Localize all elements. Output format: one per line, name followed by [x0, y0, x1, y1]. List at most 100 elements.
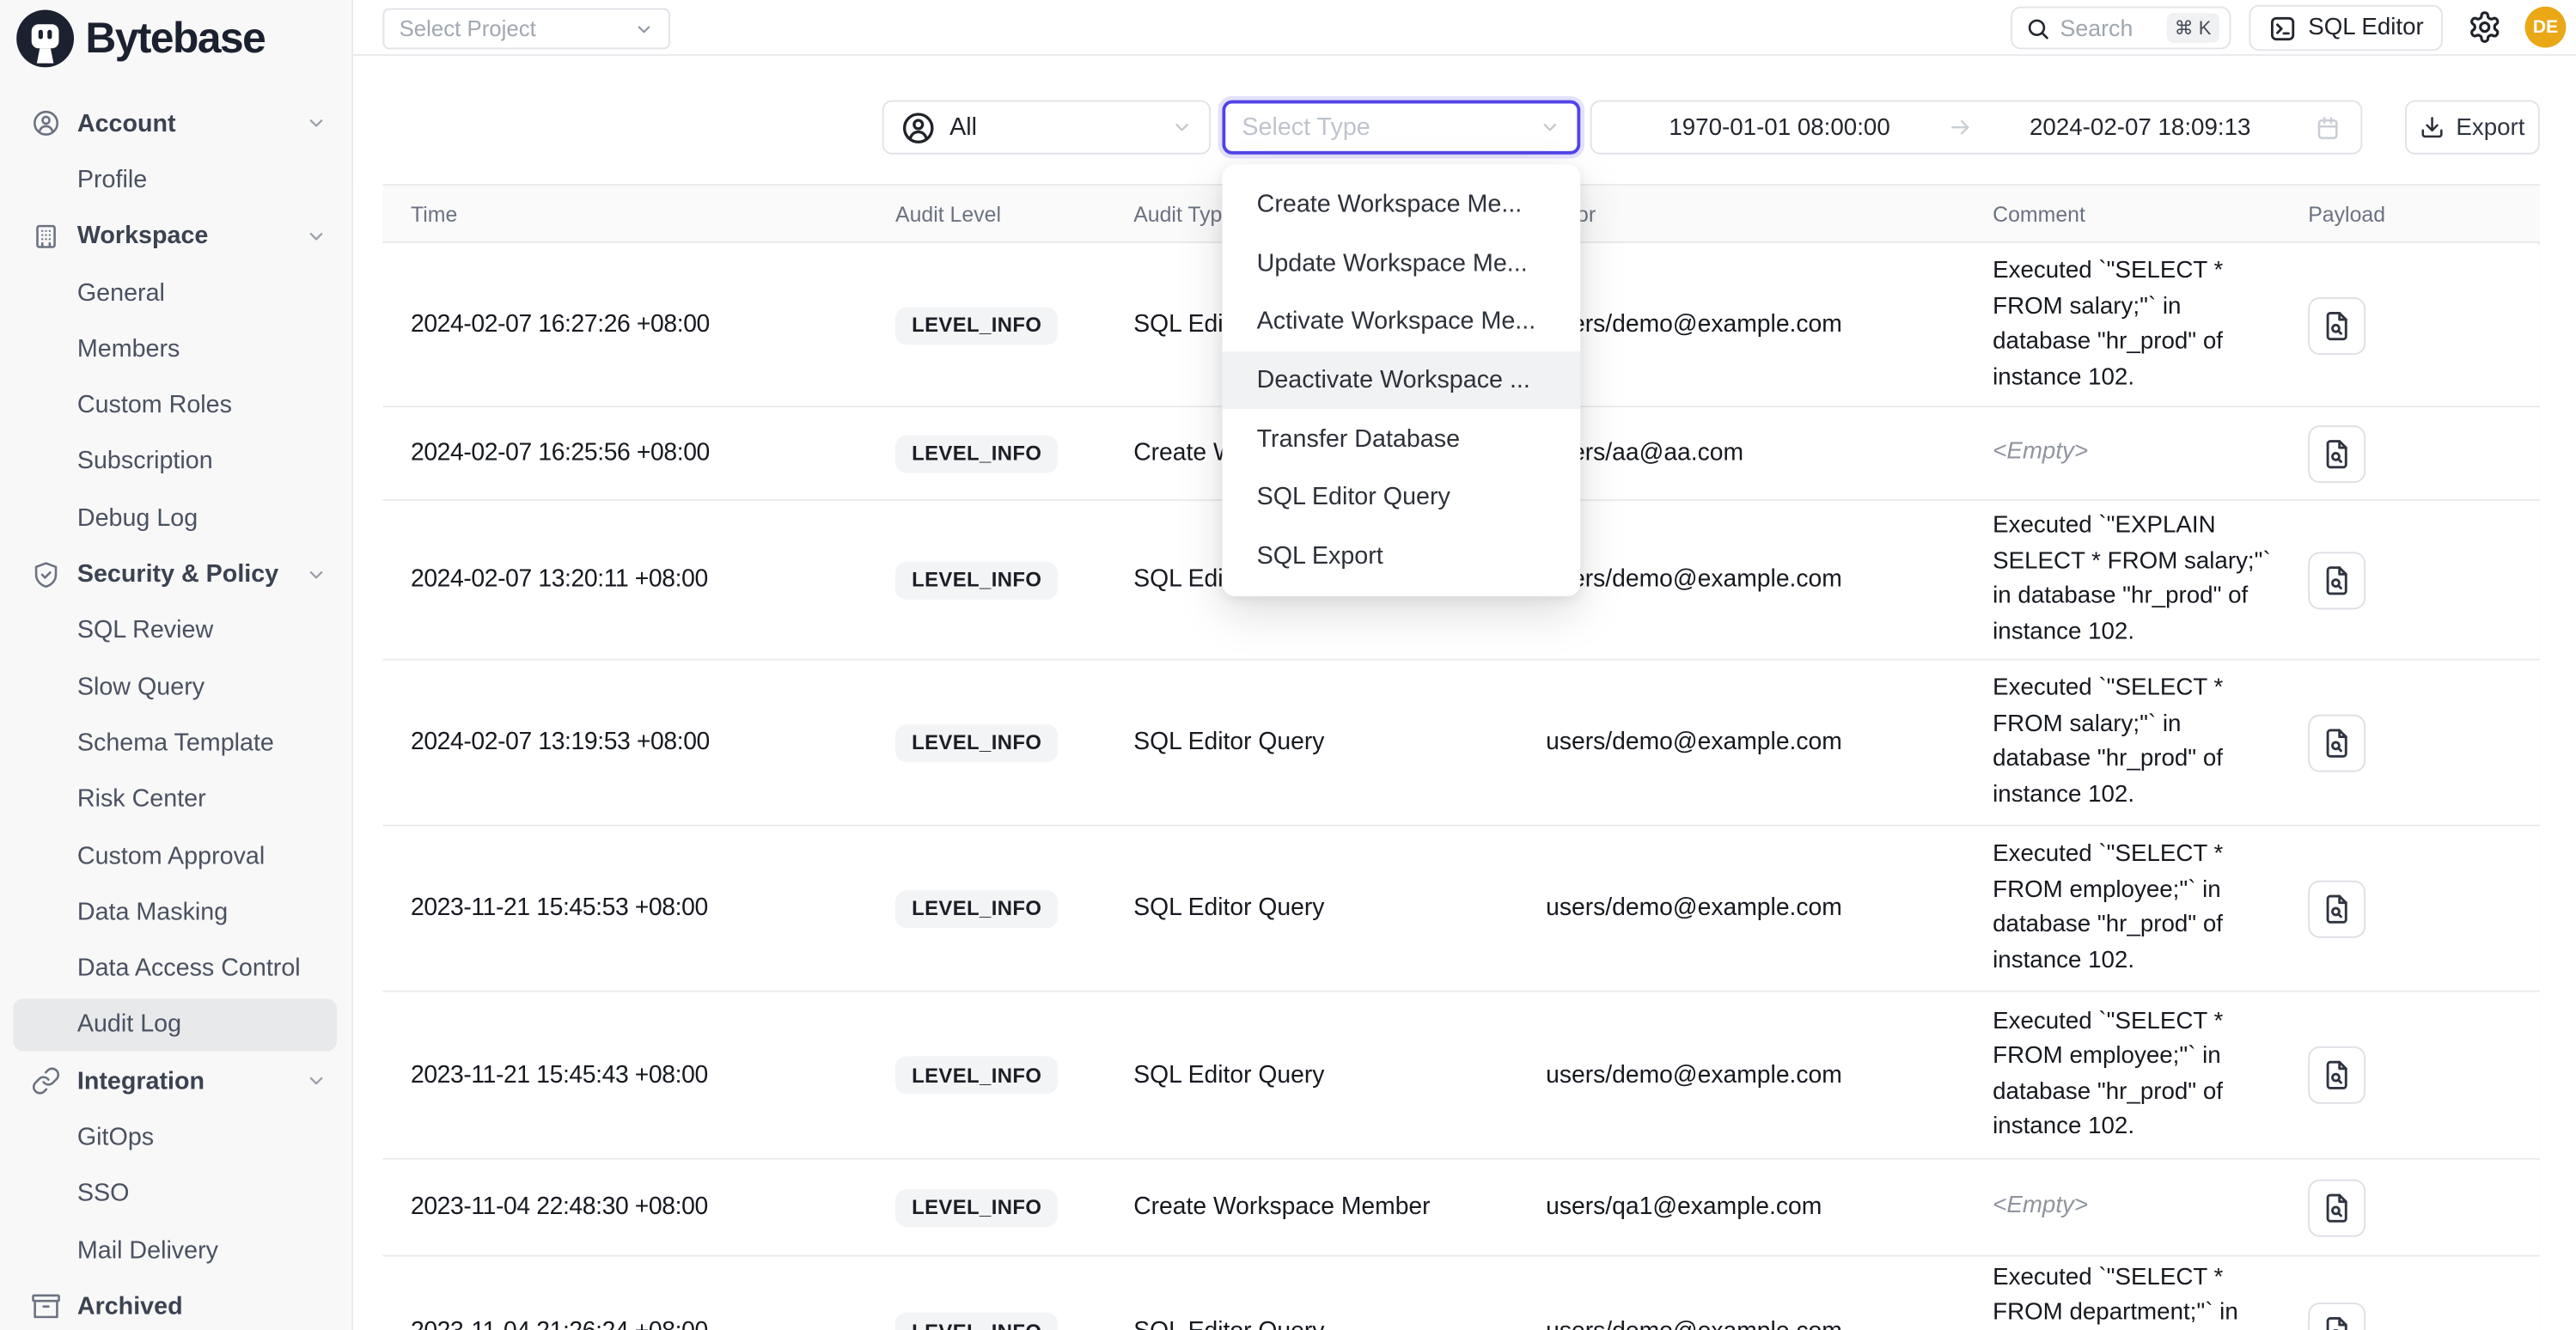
- project-select[interactable]: Select Project: [382, 9, 670, 50]
- search-input[interactable]: Search ⌘ K: [2011, 7, 2231, 50]
- audit-level-badge: LEVEL_INFO: [895, 1188, 1058, 1226]
- user-avatar[interactable]: DE: [2525, 7, 2567, 48]
- type-filter-dropdown-menu: Create Workspace Me...Update Workspace M…: [1222, 164, 1580, 596]
- sidebar-item-security-policy[interactable]: Security & Policy: [0, 546, 353, 602]
- menu-item-sql-export[interactable]: SQL Export: [1222, 527, 1580, 585]
- menu-item-deactivate-workspace[interactable]: Deactivate Workspace ...: [1222, 351, 1580, 410]
- sidebar-item-profile[interactable]: Profile: [0, 151, 353, 208]
- chevron-down-icon: [306, 1071, 327, 1092]
- actor-filter-value: All: [949, 113, 977, 142]
- chevron-down-icon: [306, 564, 327, 585]
- sidebar-item-label: Debug Log: [77, 503, 198, 532]
- date-range-picker[interactable]: 1970-01-01 08:00:00 2024-02-07 18:09:13: [1590, 101, 2363, 155]
- sidebar-item-data-masking[interactable]: Data Masking: [0, 884, 353, 941]
- time-cell: 2024-02-07 16:25:56 +08:00: [382, 440, 895, 467]
- column-header-time: Time: [382, 201, 895, 226]
- sidebar-item-label: Audit Log: [77, 1011, 181, 1040]
- user-circle-icon: [31, 108, 60, 137]
- sidebar-item-label: Custom Roles: [77, 391, 232, 419]
- sidebar-item-risk-center[interactable]: Risk Center: [0, 772, 353, 828]
- sql-editor-button[interactable]: SQL Editor: [2249, 5, 2443, 52]
- column-header-actor: Actor: [1546, 201, 1993, 226]
- audit-level-cell: LEVEL_INFO: [895, 435, 1133, 473]
- sidebar-item-audit-log[interactable]: Audit Log: [0, 997, 353, 1053]
- sidebar-item-data-access-control[interactable]: Data Access Control: [0, 940, 353, 997]
- audit-level-badge: LEVEL_INFO: [895, 889, 1058, 927]
- brand-logo[interactable]: Bytebase: [16, 9, 265, 67]
- sidebar-item-label: Profile: [77, 166, 147, 194]
- sql-editor-label: SQL Editor: [2308, 15, 2424, 41]
- comment-cell: <Empty>: [1993, 436, 2308, 471]
- menu-item-create-workspace-me[interactable]: Create Workspace Me...: [1222, 176, 1580, 235]
- comment-cell: Executed `"SELECT * FROM department;"` i…: [1993, 1260, 2308, 1330]
- payload-view-button[interactable]: [2308, 424, 2365, 482]
- payload-cell: [2308, 1179, 2540, 1236]
- sidebar-item-label: General: [77, 278, 165, 307]
- calendar-icon: [2315, 114, 2341, 141]
- payload-view-button[interactable]: [2308, 714, 2365, 772]
- payload-view-button[interactable]: [2308, 1303, 2365, 1330]
- sidebar-item-label: Mail Delivery: [77, 1236, 218, 1265]
- sidebar-item-workspace[interactable]: Workspace: [0, 208, 353, 265]
- payload-cell: [2308, 296, 2540, 354]
- menu-item-activate-workspace-me[interactable]: Activate Workspace Me...: [1222, 293, 1580, 351]
- payload-view-button[interactable]: [2308, 1179, 2365, 1236]
- payload-view-button[interactable]: [2308, 296, 2365, 354]
- sidebar-item-label: Account: [77, 109, 176, 137]
- file-search-icon: [2322, 1315, 2353, 1330]
- empty-comment-placeholder: <Empty>: [1993, 439, 2088, 466]
- sidebar-item-gitops[interactable]: GitOps: [0, 1109, 353, 1166]
- sidebar-item-general[interactable]: General: [0, 265, 353, 321]
- sidebar-item-mail-delivery[interactable]: Mail Delivery: [0, 1222, 353, 1278]
- comment-cell: Executed `"SELECT * FROM employee;"` in …: [1993, 838, 2308, 979]
- sidebar-item-label: Integration: [77, 1067, 204, 1095]
- chevron-down-icon: [634, 19, 654, 39]
- settings-gear-button[interactable]: [2468, 9, 2502, 44]
- sidebar-item-custom-approval[interactable]: Custom Approval: [0, 827, 353, 884]
- sidebar-item-label: Data Access Control: [77, 955, 301, 983]
- comment-cell: Executed `"SELECT * FROM employee;"` in …: [1993, 1004, 2308, 1145]
- menu-item-update-workspace-me[interactable]: Update Workspace Me...: [1222, 235, 1580, 293]
- sidebar-item-sso[interactable]: SSO: [0, 1166, 353, 1223]
- type-filter-select[interactable]: Select Type: [1222, 101, 1580, 155]
- sidebar-item-custom-roles[interactable]: Custom Roles: [0, 377, 353, 434]
- payload-cell: [2308, 551, 2540, 608]
- app-window: Bytebase Account Profile Workspace General M…: [0, 0, 2576, 1330]
- file-search-icon: [2322, 564, 2353, 595]
- column-header-comment: Comment: [1993, 201, 2308, 226]
- payload-cell: [2308, 1303, 2540, 1330]
- actor-cell: users/demo@example.com: [1546, 312, 1993, 339]
- actor-filter-select[interactable]: All: [882, 101, 1211, 155]
- payload-view-button[interactable]: [2308, 880, 2365, 937]
- export-button[interactable]: Export: [2405, 101, 2540, 155]
- date-start-value[interactable]: 1970-01-01 08:00:00: [1612, 114, 1948, 141]
- date-end-value[interactable]: 2024-02-07 18:09:13: [1972, 114, 2308, 141]
- sidebar-item-label: Security & Policy: [77, 560, 278, 589]
- sidebar-item-members[interactable]: Members: [0, 320, 353, 377]
- menu-item-sql-editor-query[interactable]: SQL Editor Query: [1222, 468, 1580, 527]
- sidebar-item-integration[interactable]: Integration: [0, 1053, 353, 1110]
- sidebar-item-label: Custom Approval: [77, 842, 265, 870]
- audit-level-cell: LEVEL_INFO: [895, 723, 1133, 761]
- comment-cell: Executed `"SELECT * FROM salary;"` in da…: [1993, 254, 2308, 395]
- chevron-down-icon: [1171, 117, 1193, 138]
- audit-log-row: 2023-11-21 15:45:43 +08:00LEVEL_INFOSQL …: [382, 992, 2539, 1160]
- actor-cell: users/demo@example.com: [1546, 729, 1993, 756]
- type-filter-placeholder: Select Type: [1242, 113, 1370, 142]
- payload-cell: [2308, 1046, 2540, 1104]
- sidebar-item-sql-review[interactable]: SQL Review: [0, 602, 353, 659]
- sidebar-item-archived[interactable]: Archived: [0, 1278, 353, 1330]
- sidebar-item-subscription[interactable]: Subscription: [0, 433, 353, 490]
- sidebar-item-debug-log[interactable]: Debug Log: [0, 490, 353, 546]
- sidebar-item-schema-template[interactable]: Schema Template: [0, 715, 353, 772]
- time-cell: 2024-02-07 13:19:53 +08:00: [382, 729, 895, 756]
- sidebar-item-slow-query[interactable]: Slow Query: [0, 659, 353, 716]
- payload-view-button[interactable]: [2308, 551, 2365, 608]
- payload-view-button[interactable]: [2308, 1046, 2365, 1104]
- sidebar-item-label: SQL Review: [77, 617, 213, 645]
- sidebar-item-account[interactable]: Account: [0, 95, 353, 152]
- project-select-placeholder: Select Project: [400, 16, 536, 41]
- menu-item-transfer-database[interactable]: Transfer Database: [1222, 410, 1580, 468]
- file-search-icon: [2322, 727, 2353, 758]
- comment-cell: Executed `"EXPLAIN SELECT * FROM salary;…: [1993, 509, 2308, 650]
